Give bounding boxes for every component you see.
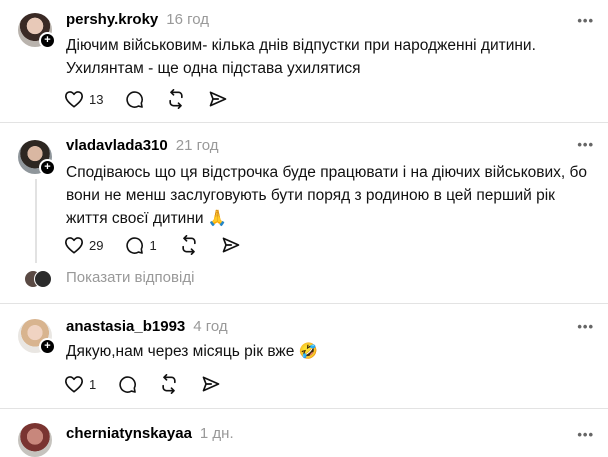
show-replies-link[interactable]: Показати відповіді (66, 269, 194, 286)
share-button[interactable] (201, 374, 221, 394)
reply-avatar (34, 270, 52, 288)
send-icon (202, 376, 220, 392)
timestamp: 21 год (175, 137, 219, 154)
comment-text: Сподіваюсь що ця відстрочка буде працюва… (66, 161, 596, 230)
repost-button[interactable] (166, 89, 186, 109)
like-count: 13 (89, 91, 104, 107)
username[interactable]: pershy.kroky 16 год (66, 11, 209, 28)
like-count: 1 (89, 376, 97, 392)
share-button[interactable] (208, 89, 228, 109)
avatar[interactable] (18, 423, 52, 457)
username[interactable]: cherniatynskayaa 1 дн. (66, 425, 234, 442)
laugh-emoji: 🤣 (298, 343, 319, 360)
action-bar: 1 (64, 374, 243, 394)
share-button[interactable] (221, 235, 241, 255)
pray-emoji: 🙏 (207, 210, 228, 227)
comment-3: + anastasia_b1993 4 год ••• Дякую,нам чер… (0, 304, 608, 408)
username-text[interactable]: anastasia_b1993 (66, 318, 185, 335)
like-button[interactable]: 1 (64, 375, 96, 393)
action-bar: 29 1 (64, 235, 263, 255)
repost-icon (182, 235, 196, 255)
comment-2: + vladavlada310 21 год ••• Сподіваюсь що … (0, 123, 608, 303)
timestamp: 16 год (166, 11, 210, 28)
follow-plus-icon[interactable]: + (39, 32, 56, 49)
repost-button[interactable] (179, 235, 199, 255)
repost-icon (162, 374, 176, 394)
comment-4: cherniatynskayaa 1 дн. ••• (0, 409, 608, 457)
follow-plus-icon[interactable]: + (39, 338, 56, 355)
like-count: 29 (89, 237, 104, 253)
comment-text: Діючим військовим- кілька днів відпустки… (66, 37, 536, 77)
comment-icon (126, 90, 144, 108)
comment-icon (119, 375, 137, 393)
reply-button[interactable]: 1 (125, 236, 157, 255)
like-button[interactable]: 29 (64, 236, 103, 254)
heart-icon (65, 91, 83, 108)
username-text[interactable]: pershy.kroky (66, 11, 158, 28)
more-dots-icon[interactable]: ••• (577, 13, 594, 28)
timestamp: 4 год (193, 318, 228, 335)
username[interactable]: anastasia_b1993 4 год (66, 318, 228, 335)
send-icon (210, 91, 227, 107)
repost-button[interactable] (159, 374, 179, 394)
reply-button[interactable] (118, 375, 137, 394)
comment-text: Дякую,нам через місяць рік вже 🤣 (66, 340, 596, 363)
username-text[interactable]: vladavlada310 (66, 137, 168, 154)
follow-plus-icon[interactable]: + (39, 159, 56, 176)
send-icon (222, 237, 240, 253)
heart-icon (65, 376, 83, 393)
timestamp: 1 дн. (199, 425, 234, 442)
repost-icon (169, 89, 184, 109)
username[interactable]: vladavlada310 21 год (66, 137, 219, 154)
username-text[interactable]: cherniatynskayaa (66, 425, 192, 442)
like-button[interactable]: 13 (64, 90, 103, 108)
more-dots-icon[interactable]: ••• (577, 137, 594, 152)
more-dots-icon[interactable]: ••• (577, 319, 594, 334)
comment-1: + pershy.kroky 16 год ••• Діючим військов… (0, 0, 608, 122)
reply-count: 1 (149, 237, 157, 253)
thread-line (35, 179, 37, 263)
reply-button[interactable] (125, 90, 144, 109)
comment-icon (126, 236, 144, 254)
action-bar: 13 (64, 89, 250, 109)
heart-icon (65, 237, 83, 254)
more-dots-icon[interactable]: ••• (577, 427, 594, 442)
